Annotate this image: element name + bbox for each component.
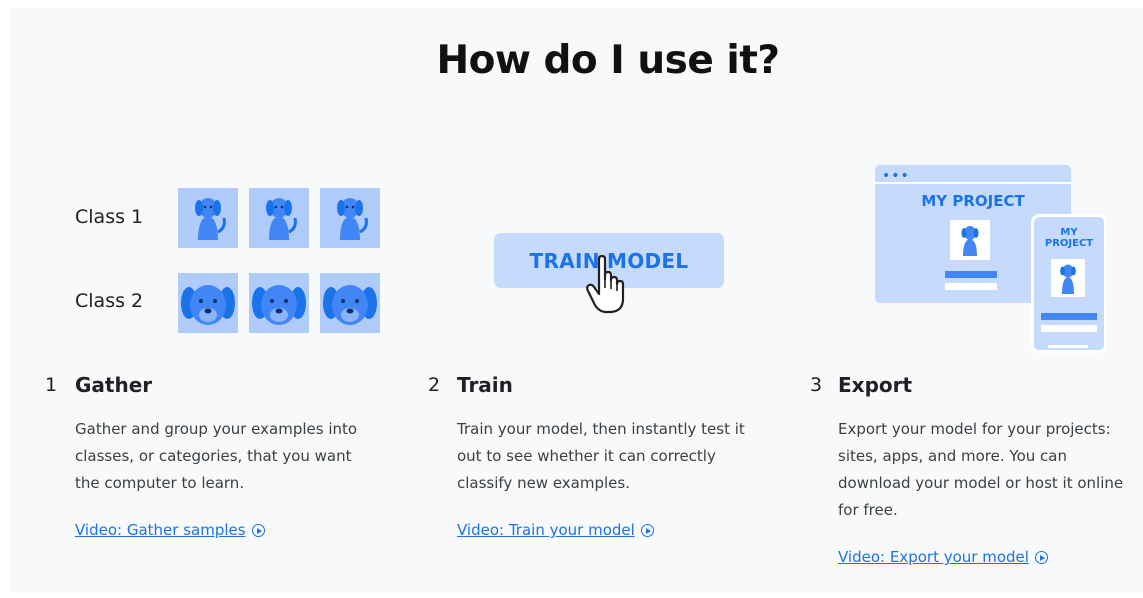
dog-face-icon xyxy=(252,285,306,325)
window-result-bar-empty xyxy=(945,283,997,290)
phone-illustration: MY PROJECT xyxy=(1031,214,1107,353)
window-dog-image xyxy=(950,220,990,260)
dog-face-icon xyxy=(181,285,235,325)
class2-sample-image xyxy=(249,273,309,333)
class1-label: Class 1 xyxy=(75,206,144,228)
dog-face-icon xyxy=(323,285,377,325)
step3-video-link[interactable]: Video: Export your model xyxy=(838,548,1048,566)
class2-sample-image xyxy=(320,273,380,333)
step2-description: Train your model, then instantly test it… xyxy=(457,420,745,492)
class1-sample-image xyxy=(320,188,380,248)
step1-description: Gather and group your examples into clas… xyxy=(75,420,358,492)
step1-video-link-label: Video: Gather samples xyxy=(75,521,246,539)
phone-dog-image xyxy=(1051,259,1085,297)
play-circle-icon xyxy=(251,524,265,537)
step1-number: 1 xyxy=(45,374,58,396)
step1-video-link[interactable]: Video: Gather samples xyxy=(75,521,265,539)
dog-sitting-icon xyxy=(337,198,368,240)
class1-sample-image xyxy=(178,188,238,248)
phone-project-title: MY PROJECT xyxy=(1034,227,1104,249)
hand-pointer-icon xyxy=(586,255,625,314)
class2-label: Class 2 xyxy=(75,290,144,312)
class1-sample-image xyxy=(249,188,309,248)
dog-sitting-icon xyxy=(961,226,979,256)
dog-sitting-icon xyxy=(195,198,226,240)
step3-video-link-label: Video: Export your model xyxy=(838,548,1029,566)
play-circle-icon xyxy=(1034,551,1048,564)
window-project-title: MY PROJECT xyxy=(921,192,1025,210)
phone-result-bar xyxy=(1041,313,1097,320)
window-result-bar xyxy=(945,271,997,278)
phone-result-bar-empty xyxy=(1041,325,1097,332)
step1-title: Gather xyxy=(75,373,153,397)
window-divider xyxy=(875,182,1071,184)
step3-description: Export your model for your projects: sit… xyxy=(838,420,1124,519)
phone-title-line2: PROJECT xyxy=(1044,238,1094,249)
step2-video-link[interactable]: Video: Train your model xyxy=(457,521,654,539)
phone-home-indicator xyxy=(1048,345,1088,348)
play-circle-icon xyxy=(640,524,654,537)
step3-number: 3 xyxy=(810,374,823,396)
step2-video-link-label: Video: Train your model xyxy=(457,521,635,539)
class2-sample-image xyxy=(178,273,238,333)
step2-number: 2 xyxy=(428,374,441,396)
step2-title: Train xyxy=(457,373,513,397)
section-title: How do I use it? xyxy=(436,38,780,83)
phone-title-line1: MY xyxy=(1060,227,1078,238)
dog-sitting-icon xyxy=(1060,264,1076,294)
dog-sitting-icon xyxy=(266,198,297,240)
step3-title: Export xyxy=(838,373,913,397)
